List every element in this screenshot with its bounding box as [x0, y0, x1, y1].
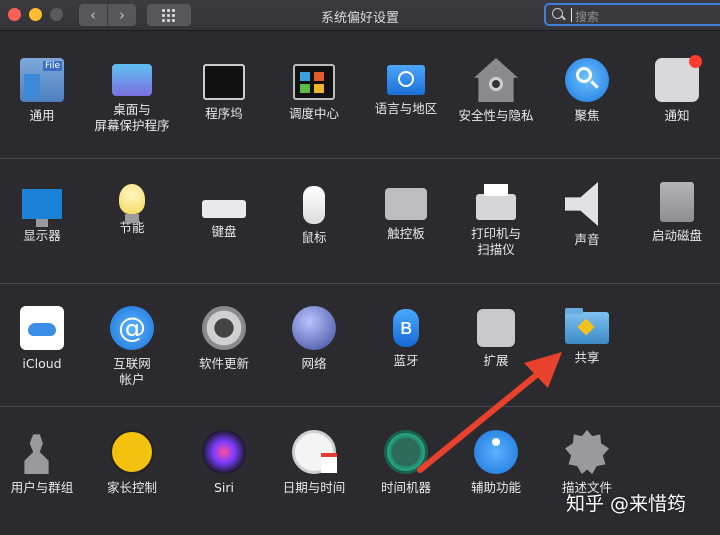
extensions-icon: [477, 309, 515, 347]
energy-saver-icon: [119, 184, 145, 223]
pref-pane-label: 用户与群组: [10, 480, 74, 495]
pref-pane-time-machine[interactable]: 时间机器: [361, 430, 451, 496]
pref-pane-label: 蓝牙: [393, 353, 419, 368]
startup-disk-icon: [660, 182, 694, 222]
pref-pane-label: iCloud: [22, 356, 62, 371]
pref-pane-internet-accounts[interactable]: @ 互联网 帐户: [87, 306, 177, 388]
pref-pane-label: 通知: [664, 108, 690, 123]
network-icon: [292, 306, 336, 350]
pref-pane-mission-control[interactable]: 调度中心: [269, 58, 359, 122]
pref-pane-label: Siri: [213, 480, 235, 495]
pref-pane-label: 家长控制: [106, 480, 157, 495]
pref-pane-label: 聚焦: [574, 108, 600, 123]
sound-icon: [565, 182, 598, 226]
language-region-icon: [387, 65, 425, 95]
pref-pane-sharing[interactable]: 共享: [542, 306, 632, 366]
watermark: 知乎 @来惜筠: [566, 493, 687, 515]
pref-pane-label: 语言与地区: [374, 101, 438, 116]
pref-pane-spotlight[interactable]: 聚焦: [542, 58, 632, 124]
pref-pane-label: 鼠标: [301, 230, 327, 245]
profiles-icon: [565, 430, 609, 474]
dock-icon: [203, 64, 245, 100]
trackpad-icon: [385, 188, 427, 220]
siri-icon: [202, 430, 246, 474]
row-divider: [0, 158, 720, 159]
pref-pane-label: 触控板: [387, 226, 425, 241]
users-groups-icon: [24, 434, 49, 474]
text-cursor: [571, 8, 572, 22]
pref-pane-label: 扩展: [483, 353, 509, 368]
pref-pane-keyboard[interactable]: 键盘: [179, 182, 269, 240]
row-divider: [0, 406, 720, 407]
pref-pane-siri[interactable]: Siri: [179, 430, 269, 496]
pref-pane-label: 声音: [574, 232, 600, 247]
date-time-icon: [292, 430, 337, 474]
search-field[interactable]: 搜索: [544, 3, 720, 26]
pref-pane-label: 通用: [29, 108, 55, 123]
pref-pane-label: 安全性与隐私: [458, 108, 534, 123]
accessibility-icon: [474, 430, 518, 474]
title-bar: ‹ › 系统偏好设置 搜索: [0, 0, 720, 31]
pref-pane-date-time[interactable]: 日期与时间: [269, 430, 359, 496]
displays-icon: [19, 186, 65, 227]
pref-pane-label: 辅助功能: [470, 480, 521, 495]
time-machine-icon: [384, 430, 428, 474]
pref-pane-displays[interactable]: 显示器: [0, 182, 87, 244]
pref-pane-label: 共享: [574, 350, 600, 365]
pref-pane-bluetooth[interactable]: ʙ 蓝牙: [361, 306, 451, 369]
pref-pane-notifications[interactable]: 通知: [632, 55, 720, 124]
pref-pane-sound[interactable]: 声音: [542, 182, 632, 248]
pref-pane-label: 显示器: [23, 228, 61, 243]
pref-pane-label: 启动磁盘: [651, 228, 702, 243]
pref-pane-label: 键盘: [211, 224, 237, 239]
pref-pane-printers-scanners[interactable]: 打印机与 扫描仪: [451, 182, 541, 258]
security-privacy-icon: [474, 58, 518, 102]
spotlight-icon: [565, 58, 609, 102]
pref-pane-profiles[interactable]: 描述文件: [542, 430, 632, 496]
pref-pane-extensions[interactable]: 扩展: [451, 306, 541, 369]
pref-pane-label: 打印机与 扫描仪: [470, 226, 521, 257]
pref-pane-dock[interactable]: 程序坞: [179, 58, 269, 122]
software-update-icon: [202, 306, 246, 350]
pref-pane-software-update[interactable]: 软件更新: [179, 306, 269, 372]
pref-pane-label: 网络: [301, 356, 327, 371]
pref-pane-parental-controls[interactable]: 家长控制: [87, 430, 177, 496]
pref-pane-general[interactable]: 通用: [0, 58, 87, 124]
pref-pane-label: 日期与时间: [282, 480, 346, 495]
pref-pane-label: 桌面与 屏幕保护程序: [94, 102, 170, 133]
row-divider: [0, 283, 720, 284]
pref-pane-security-privacy[interactable]: 安全性与隐私: [451, 58, 541, 124]
mouse-icon: [303, 186, 325, 224]
pref-pane-energy-saver[interactable]: 节能: [87, 182, 177, 236]
search-icon: [552, 8, 563, 19]
notifications-icon: [655, 55, 702, 102]
pref-pane-network[interactable]: 网络: [269, 306, 359, 372]
keyboard-icon: [202, 200, 246, 218]
desktop-screensaver-icon: [112, 64, 152, 96]
sharing-icon: [565, 308, 609, 344]
mission-control-icon: [293, 64, 335, 100]
pref-pane-label: 互联网 帐户: [113, 356, 151, 387]
pref-pane-label: 程序坞: [205, 106, 243, 121]
pref-pane-label: 软件更新: [198, 356, 249, 371]
pref-pane-users-groups[interactable]: 用户与群组: [0, 430, 87, 496]
bluetooth-icon: ʙ: [393, 309, 419, 347]
pref-pane-icloud[interactable]: iCloud: [0, 306, 87, 372]
pref-pane-startup-disk[interactable]: 启动磁盘: [632, 182, 720, 244]
pref-pane-mouse[interactable]: 鼠标: [269, 182, 359, 246]
icloud-icon: [20, 306, 64, 350]
general-icon: [20, 58, 64, 102]
pref-pane-desktop-screensaver[interactable]: 桌面与 屏幕保护程序: [87, 58, 177, 134]
internet-accounts-icon: @: [110, 306, 154, 350]
pref-pane-language-region[interactable]: 语言与地区: [361, 58, 451, 117]
pref-pane-trackpad[interactable]: 触控板: [361, 182, 451, 242]
parental-controls-icon: [110, 430, 154, 474]
pref-pane-label: 调度中心: [288, 106, 339, 121]
pref-pane-label: 时间机器: [380, 480, 431, 495]
pref-pane-accessibility[interactable]: 辅助功能: [451, 430, 541, 496]
search-placeholder: 搜索: [575, 10, 600, 24]
printers-scanners-icon: [476, 184, 516, 220]
